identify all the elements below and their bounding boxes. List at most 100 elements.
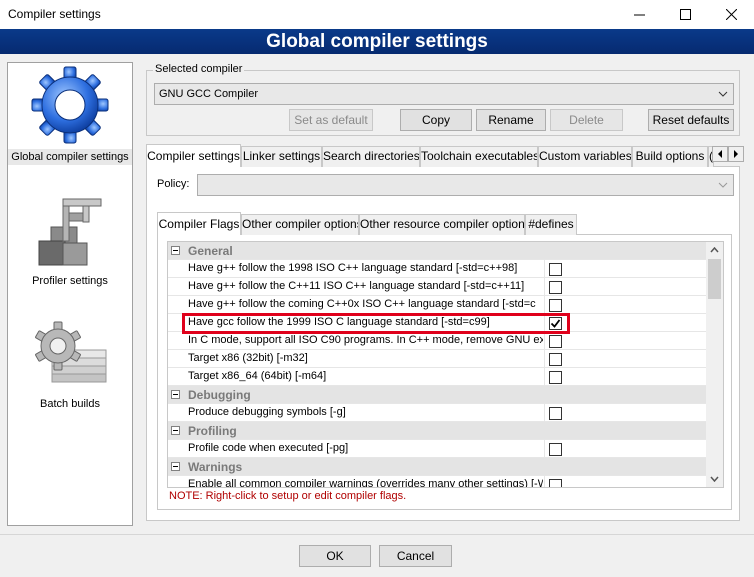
chevron-right-icon [734,150,738,158]
flag-label: Produce debugging symbols [-g] [188,406,346,418]
flag-label: Target x86_64 (64bit) [-m64] [188,370,327,382]
flag-row[interactable]: Have g++ follow the 1998 ISO C++ languag… [168,260,708,278]
category-global-compiler[interactable]: Global compiler settings [8,63,132,173]
close-icon [725,9,737,20]
flag-row[interactable]: Have g++ follow the coming C++0x ISO C++… [168,296,708,314]
category-list: Global compiler settings Profiler settin… [7,62,133,526]
flag-label: Have g++ follow the 1998 ISO C++ languag… [188,262,518,274]
flags-note: NOTE: Right-click to setup or edit compi… [169,490,407,502]
scroll-up-icon [710,247,719,253]
highlight-box [182,313,570,334]
title-bar: Compiler settings [0,0,754,29]
column-divider [544,440,545,458]
tab-linker-settings[interactable]: Linker settings [241,146,322,167]
flag-category-row[interactable]: Debugging [168,386,708,404]
column-divider [544,368,545,386]
minimize-button[interactable] [616,0,662,29]
tab-toolchain-executables[interactable]: Toolchain executables [420,146,538,167]
scrollbar-thumb[interactable] [708,259,721,299]
tab-custom-variables[interactable]: Custom variables [538,146,632,167]
compiler-flags-list: General Have g++ follow the 1998 ISO C++ … [167,241,724,488]
column-divider [544,278,545,296]
policy-label: Policy: [157,178,190,190]
category-batch-builds[interactable]: Batch builds [8,308,132,418]
main-tab-bar: Compiler settings Linker settings Search… [146,144,714,167]
flag-label: In C mode, support all ISO C90 programs.… [188,334,543,346]
scroll-down-icon [710,476,719,482]
tab-build-options[interactable]: Build options [632,146,708,167]
compiler-select-value: GNU GCC Compiler [159,88,259,100]
flags-scrollbar[interactable] [706,242,723,487]
collapse-icon[interactable] [171,462,180,471]
flag-row[interactable]: Target x86 (32bit) [-m32] [168,350,708,368]
sub-tab-bar: Compiler Flags Other compiler options Ot… [157,212,577,235]
policy-select[interactable] [197,174,734,196]
flag-row[interactable]: Produce debugging symbols [-g] [168,404,708,422]
column-divider [544,350,545,368]
category-profiler[interactable]: Profiler settings [8,183,132,293]
column-divider [544,296,545,314]
flag-row[interactable]: Profile code when executed [-pg] [168,440,708,458]
close-button[interactable] [708,0,754,29]
tab-scroll-left-button[interactable] [712,146,728,162]
flag-label: Target x86 (32bit) [-m32] [188,352,308,364]
column-divider [544,260,545,278]
column-divider [544,332,545,350]
flag-checkbox[interactable] [549,479,562,487]
chevron-down-icon [717,175,729,195]
window-title: Compiler settings [8,7,101,21]
category-label: Debugging [188,388,251,402]
column-divider [544,404,545,422]
flag-category-row[interactable]: Warnings [168,458,708,476]
collapse-icon[interactable] [171,426,180,435]
maximize-button[interactable] [662,0,708,29]
ok-button[interactable]: OK [299,545,371,567]
tab-compiler-flags[interactable]: Compiler Flags [157,212,241,235]
flag-checkbox[interactable] [549,443,562,456]
tab-scroll-arrows [712,146,744,162]
selected-compiler-legend: Selected compiler [153,63,245,75]
rename-button[interactable]: Rename [476,109,546,131]
chevron-left-icon [718,150,722,158]
flag-row[interactable]: Enable all common compiler warnings (ove… [168,476,708,488]
collapse-icon[interactable] [171,390,180,399]
cancel-button[interactable]: Cancel [379,545,452,567]
flag-category-row[interactable]: General [168,242,708,260]
flag-checkbox[interactable] [549,353,562,366]
reset-defaults-button[interactable]: Reset defaults [648,109,734,131]
flag-row[interactable]: Target x86_64 (64bit) [-m64] [168,368,708,386]
category-label: Profiler settings [32,275,108,287]
maximize-icon [679,9,691,20]
flag-checkbox[interactable] [549,299,562,312]
flag-label: Have g++ follow the coming C++0x ISO C++… [188,298,536,310]
column-divider [544,476,545,487]
set-default-button[interactable]: Set as default [289,109,373,131]
caliper-icon [38,198,102,266]
tab-search-directories[interactable]: Search directories [322,146,420,167]
flag-row[interactable]: Have g++ follow the C++11 ISO C++ langua… [168,278,708,296]
category-label: Batch builds [40,398,100,410]
page-banner: Global compiler settings [0,29,754,54]
flag-row[interactable]: In C mode, support all ISO C90 programs.… [168,332,708,350]
footer-divider [0,534,754,535]
flag-checkbox[interactable] [549,371,562,384]
category-label: Warnings [188,460,243,474]
flag-category-row[interactable]: Profiling [168,422,708,440]
tab-defines[interactable]: #defines [525,214,577,235]
category-label: General [188,244,233,258]
flag-checkbox[interactable] [549,407,562,420]
category-label: Global compiler settings [8,149,132,165]
tab-scroll-right-button[interactable] [728,146,744,162]
flag-checkbox[interactable] [549,281,562,294]
tab-other-resource-compiler-options[interactable]: Other resource compiler options [359,214,525,235]
delete-button[interactable]: Delete [550,109,623,131]
compiler-select[interactable]: GNU GCC Compiler [154,83,734,105]
flag-label: Have g++ follow the C++11 ISO C++ langua… [188,280,525,292]
collapse-icon[interactable] [171,246,180,255]
tab-compiler-settings[interactable]: Compiler settings [146,144,241,167]
flag-checkbox[interactable] [549,263,562,276]
flag-checkbox[interactable] [549,335,562,348]
copy-button[interactable]: Copy [400,109,472,131]
tab-other-compiler-options[interactable]: Other compiler options [241,214,359,235]
flag-label: Enable all common compiler warnings (ove… [188,478,543,488]
